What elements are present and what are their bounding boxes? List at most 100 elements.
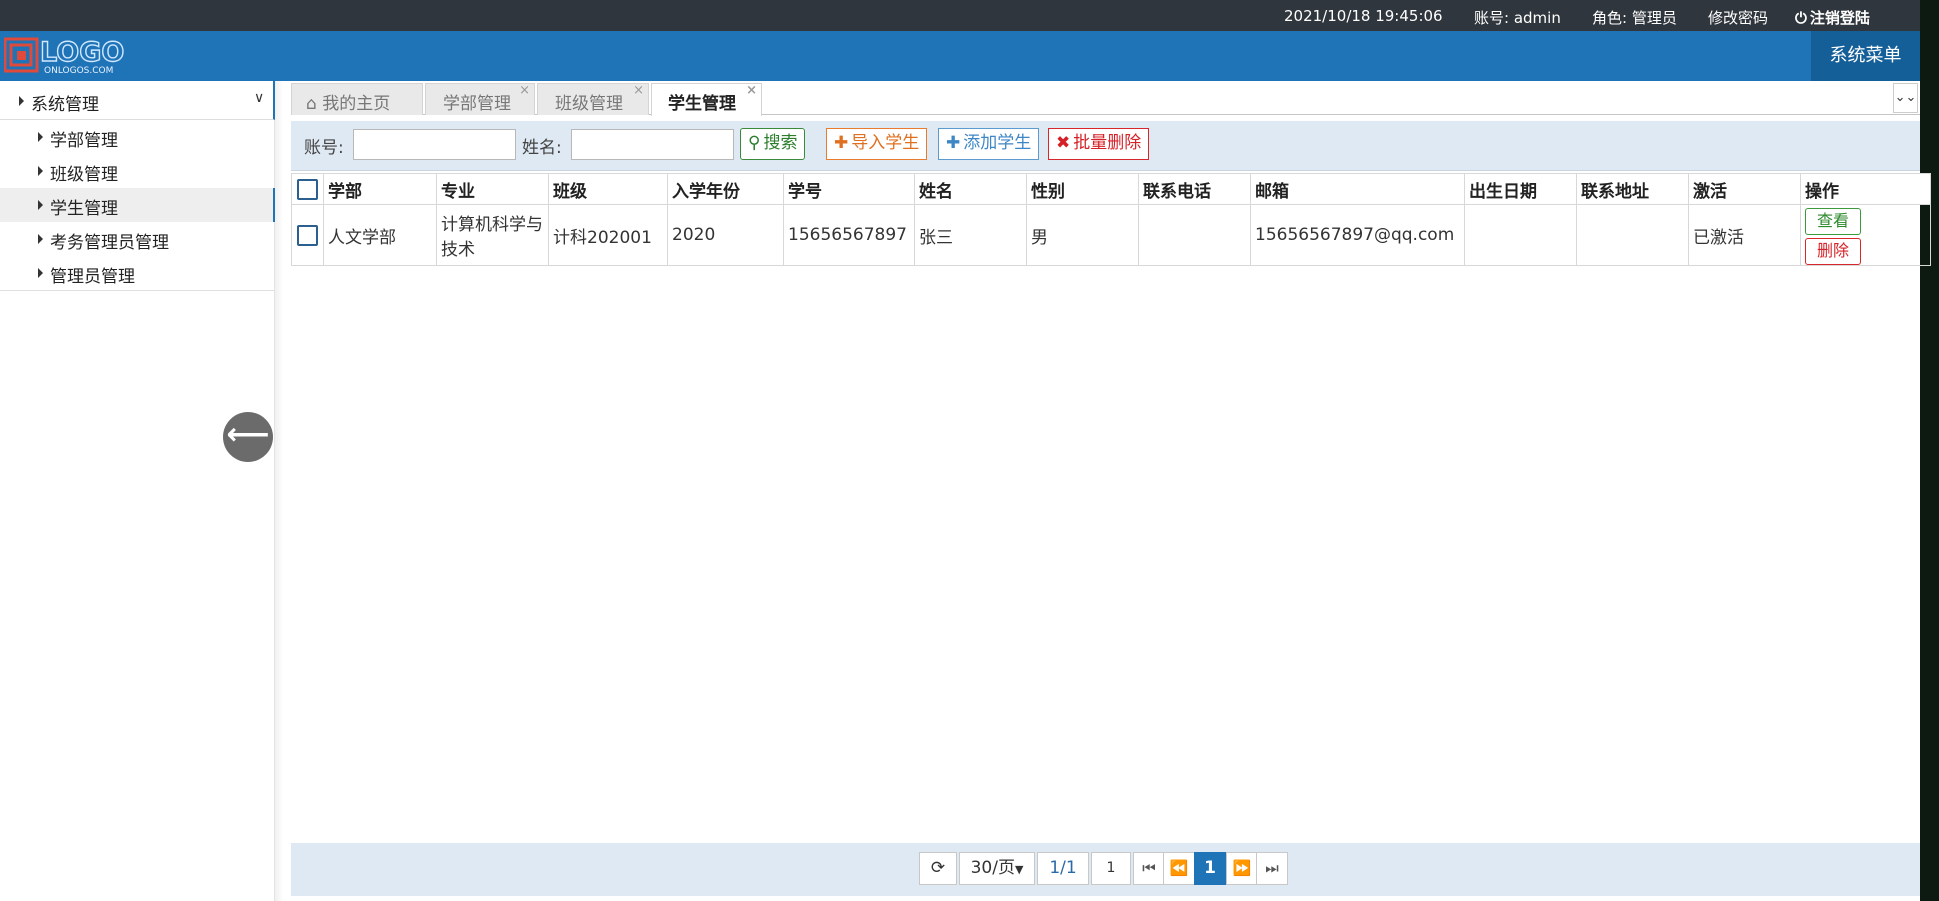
cell-phone [1138,204,1251,266]
column-header[interactable]: 联系地址 [1576,173,1689,205]
last-page-button[interactable]: ⏭ [1256,852,1288,885]
refresh-button[interactable]: ⟳ [919,852,957,885]
column-header[interactable]: 邮箱 [1250,173,1465,205]
add-student-button[interactable]: ✚ 添加学生 [938,128,1040,160]
select-all-checkbox[interactable] [297,178,318,200]
role-text: 角色: 管理员 [1592,9,1677,27]
select-all-cell [291,173,324,205]
top-status-bar: 2021/10/18 19:45:06 账号: admin 角色: 管理员 修改… [0,0,1920,31]
sidebar-item-class[interactable]: 班级管理 [0,154,275,188]
column-header: 操作 [1800,173,1931,205]
cell-address [1576,204,1689,266]
last-page-icon: ⏭ [1265,859,1279,877]
tab-department[interactable]: 学部管理 × [425,83,535,115]
sidebar-item-admin[interactable]: 管理员管理 [0,256,275,290]
row-checkbox[interactable] [297,224,318,246]
batch-delete-button[interactable]: ✖ 批量删除 [1048,128,1150,160]
page-size-select[interactable]: 30/页▼ [959,852,1035,885]
change-password-link[interactable]: 修改密码 [1708,7,1768,28]
account-input[interactable] [353,129,516,160]
prev-page-icon: ⏪ [1169,859,1189,877]
tab-dropdown-button[interactable]: ⌄⌄ [1893,83,1918,113]
first-page-icon: ⏮ [1142,859,1156,877]
tab-label: 学生管理 [668,94,736,114]
sidebar-item-label: 学部管理 [50,131,118,151]
current-page-button[interactable]: 1 [1194,852,1226,885]
cell-year: 2020 [667,204,784,266]
sidebar-group-system-management[interactable]: 系统管理 ∨ [0,81,275,120]
cell-major: 计算机科学与技术 [436,204,549,266]
cell-name: 张三 [914,204,1027,266]
import-students-button[interactable]: ✚ 导入学生 [826,128,928,160]
column-header[interactable]: 学号 [783,173,915,205]
caret-right-icon [38,268,43,278]
search-button[interactable]: ⚲ 搜索 [740,128,806,160]
column-header[interactable]: 联系电话 [1138,173,1251,205]
column-header[interactable]: 姓名 [914,173,1027,205]
column-header[interactable]: 班级 [548,173,668,205]
close-icon[interactable]: × [519,83,530,98]
arrow-left-icon: ⟵ [226,417,270,452]
caret-right-icon [38,234,43,244]
collapse-sidebar-button[interactable]: ⟵ [223,412,273,462]
power-icon: ⏻ [1795,9,1807,27]
name-input[interactable] [571,129,734,160]
caret-right-icon [38,200,43,210]
batch-delete-label: 批量删除 [1073,133,1142,153]
sidebar-item-label: 管理员管理 [50,267,135,287]
logout-label: 注销登陆 [1809,9,1870,27]
cell-birth [1464,204,1577,266]
column-header[interactable]: 入学年份 [667,173,784,205]
account-label: 账号: [304,138,344,158]
column-header[interactable]: 性别 [1026,173,1139,205]
column-header[interactable]: 出生日期 [1464,173,1577,205]
delete-button[interactable]: 删除 [1805,238,1861,265]
table-header-row: 学部 专业 班级 入学年份 学号 姓名 性别 联系电话 邮箱 出生日期 联系地址… [291,173,1931,205]
close-icon[interactable]: × [746,83,757,98]
column-header[interactable]: 学部 [323,173,437,205]
times-icon: ✖ [1056,133,1071,153]
first-page-button[interactable]: ⏮ [1133,852,1165,885]
caret-right-icon [38,132,43,142]
logo-text: LOGO [40,37,124,68]
name-label: 姓名: [522,138,562,158]
caret-right-icon [19,96,24,106]
sidebar-divider [0,290,275,291]
student-table: 学部 专业 班级 入学年份 学号 姓名 性别 联系电话 邮箱 出生日期 联系地址… [291,173,1931,266]
sidebar-item-department[interactable]: 学部管理 [0,120,275,154]
pagination-bar: ⟳ 30/页▼ 1/1 1 ⏮ ⏪ 1 ⏩ ⏭ [291,843,1920,896]
prev-page-button[interactable]: ⏪ [1163,852,1195,885]
sidebar-group-label: 系统管理 [31,95,99,115]
tab-home[interactable]: ⌂ 我的主页 [291,83,423,115]
cell-active: 已激活 [1688,204,1801,266]
cell-gender: 男 [1026,204,1139,266]
sidebar: 系统管理 ∨ 学部管理 班级管理 学生管理 考务管理员管理 管理员管理 [0,81,275,901]
page-number-input[interactable]: 1 [1091,852,1131,885]
column-header[interactable]: 激活 [1688,173,1801,205]
tab-student[interactable]: 学生管理 × [651,83,762,116]
column-header[interactable]: 专业 [436,173,549,205]
page-info: 1/1 [1037,852,1089,885]
search-button-label: 搜索 [763,133,798,153]
view-button[interactable]: 查看 [1805,208,1861,235]
import-button-label: 导入学生 [851,133,920,153]
table-row[interactable]: 人文学部 计算机科学与技术 计科202001 2020 15656567897 … [291,204,1931,266]
account-text: 账号: admin [1474,9,1561,27]
caret-right-icon [38,166,43,176]
close-icon[interactable]: × [633,83,644,98]
row-select-cell [291,204,324,266]
tab-label: 学部管理 [443,94,511,114]
system-menu-button[interactable]: 系统菜单 [1811,31,1920,81]
cell-student-id: 15656567897 [783,204,915,266]
cell-email: 15656567897@qq.com [1250,204,1465,266]
cell-operations: 查看 删除 [1800,204,1931,266]
page-size-value: 30/页 [970,858,1015,878]
tab-class[interactable]: 班级管理 × [537,83,649,115]
home-icon: ⌂ [306,94,317,114]
sidebar-item-exam-admin[interactable]: 考务管理员管理 [0,222,275,256]
next-page-button[interactable]: ⏩ [1226,852,1258,885]
sidebar-item-label: 考务管理员管理 [50,233,169,253]
logout-link[interactable]: ⏻ 注销登陆 [1795,7,1870,28]
tab-bar: ⌂ 我的主页 学部管理 × 班级管理 × 学生管理 × [291,81,1920,116]
sidebar-item-student[interactable]: 学生管理 [0,188,275,222]
